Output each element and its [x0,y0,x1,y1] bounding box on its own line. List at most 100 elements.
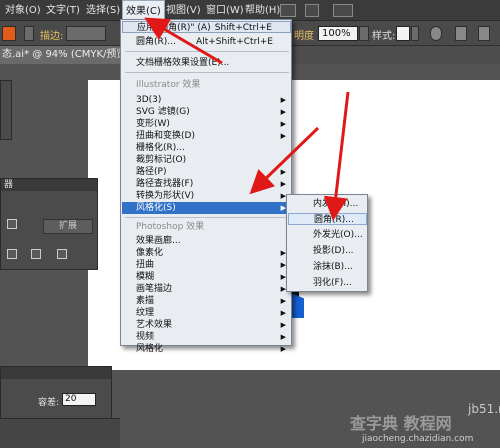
menu-item-stylize[interactable]: 风格化(S) ▶ [122,202,291,214]
stroke-dropdown[interactable] [24,26,34,41]
menu-item-label: 纹理 [136,308,155,318]
shape-mode-icon[interactable] [7,219,17,229]
opacity-dropdown[interactable] [359,26,369,41]
submenu-arrow-icon: ▶ [280,96,286,104]
menu-help[interactable]: 帮助(H) [242,0,283,21]
submenu-arrow-icon: ▶ [280,333,286,341]
menu-item-distort[interactable]: 扭曲 ▶ [122,259,291,271]
menu-item-effect-gallery[interactable]: 效果画廊... [122,235,291,247]
shortcut-text: Alt+Shift+Ctrl+E [196,37,273,47]
menu-item-label: 视频 [136,332,155,342]
menu-item-label: 艺术效果 [136,320,173,330]
opacity-field[interactable]: 100% [318,26,358,41]
menu-item-label: 画笔描边 [136,284,173,294]
menu-item-rasterize[interactable]: 栅格化(R)... [122,142,291,154]
menu-item-scribble[interactable]: 涂抹(B)... [288,261,367,273]
lower-panel [0,418,120,448]
style-swatch[interactable] [396,26,410,41]
menubar: 对象(O) 文字(T) 选择(S) 效果(C) 视图(V) 窗口(W) 帮助(H… [0,0,500,21]
menu-item-label: 3D(3) [136,95,162,105]
menu-item-label: 扭曲 [136,260,155,270]
submenu-arrow-icon: ▶ [280,120,286,128]
transform-icon[interactable] [478,26,490,41]
menu-item-texture[interactable]: 纹理 ▶ [122,307,291,319]
tolerance-label: 容差: [38,398,60,408]
document-tab[interactable]: 态.ai* @ 94% (CMYK/预览) [0,46,122,64]
menu-item-ps-stylize[interactable]: 风格化 ▶ [122,343,291,355]
menu-item-svg-filters[interactable]: SVG 滤镜(G) ▶ [122,106,291,118]
watermark-url-text: jiaocheng.chazidian.com [362,434,474,444]
menu-type[interactable]: 文字(T) [43,0,83,21]
menu-item-artistic[interactable]: 艺术效果 ▶ [122,319,291,331]
photoshop-effects-header: Photoshop 效果 [136,222,205,232]
menu-window[interactable]: 窗口(W) [203,0,247,21]
menu-item-blur[interactable]: 模糊 ▶ [122,271,291,283]
menu-item-pixelate[interactable]: 像素化 ▶ [122,247,291,259]
menu-item-label: 风格化 [136,344,164,354]
menu-separator [125,72,289,73]
pathfinder-icon-3[interactable] [57,249,67,259]
menu-item-raster-settings[interactable]: 文档栅格效果设置(E)... [122,57,291,69]
style-label: 样式: [372,31,396,42]
menu-item-label: 路径查找器(F) [136,179,194,189]
submenu-arrow-icon: ▶ [280,321,286,329]
panel-header: 器 [1,179,97,191]
menu-item-convert-to-shape[interactable]: 转换为形状(V) ▶ [122,190,291,202]
menu-item-last-effect[interactable]: 圆角(R)... Alt+Shift+Ctrl+E [122,36,291,48]
submenu-arrow-icon: ▶ [280,168,286,176]
menu-item-pathfinder[interactable]: 路径查找器(F) ▶ [122,178,291,190]
menu-item-feather[interactable]: 羽化(F)... [288,277,367,289]
tolerance-input[interactable]: 20 [62,393,96,406]
watermark-site-text: jb51.net [468,402,500,416]
menu-item-label: 路径(P) [136,167,167,177]
stroke-color-swatch[interactable] [2,26,16,41]
shortcut-text: Shift+Ctrl+E [214,23,272,33]
submenu-arrow-icon: ▶ [280,180,286,188]
panel-header [1,367,111,379]
menu-item-brush-strokes[interactable]: 画笔描边 ▶ [122,283,291,295]
watermark: 查字典 教程网 jb51.net jiaocheng.chazidian.com [350,402,500,448]
menu-item-crop-marks[interactable]: 裁剪标记(O) [122,154,291,166]
stylize-submenu: 内发光(I)... 圆角(R)... 外发光(O)... 投影(D)... 涂抹… [286,194,368,292]
menu-item-path[interactable]: 路径(P) ▶ [122,166,291,178]
style-dropdown[interactable] [411,26,419,41]
pathfinder-panel: 器 扩展 [0,178,98,270]
menu-item-label: 圆角(R)... [136,37,176,47]
stroke-weight-field[interactable] [66,26,106,41]
menu-item-inner-glow[interactable]: 内发光(I)... [288,198,367,210]
menu-item-label: 像素化 [136,248,164,258]
menu-item-video[interactable]: 视频 ▶ [122,331,291,343]
recolor-icon[interactable] [430,26,442,41]
stroke-label: 描边: [40,31,64,42]
tools-panel-edge [0,80,12,140]
document-icon[interactable] [305,4,319,17]
menu-item-drop-shadow[interactable]: 投影(D)... [288,245,367,257]
menu-item-label: 变形(W) [136,119,170,129]
pathfinder-icon-2[interactable] [31,249,41,259]
menu-effect[interactable]: 效果(C) [122,0,165,21]
menu-item-3d[interactable]: 3D(3) ▶ [122,94,291,106]
menu-item-label: 转换为形状(V) [136,191,195,201]
arrange-icon[interactable] [333,4,353,17]
menu-object[interactable]: 对象(O) [2,0,44,21]
menu-item-label: 扭曲和变换(D) [136,131,195,141]
menu-item-warp[interactable]: 变形(W) ▶ [122,118,291,130]
menu-item-round-corners[interactable]: 圆角(R)... [288,213,367,225]
menu-view[interactable]: 视图(V) [163,0,204,21]
bridge-icon[interactable] [280,4,296,17]
menu-item-distort-transform[interactable]: 扭曲和变换(D) ▶ [122,130,291,142]
menu-item-apply-last[interactable]: 应用"圆角(R)" (A) Shift+Ctrl+E [122,21,291,33]
expand-button[interactable]: 扩展 [43,219,93,234]
menu-item-sketch[interactable]: 素描 ▶ [122,295,291,307]
menu-item-label: SVG 滤镜(G) [136,107,190,117]
menu-select[interactable]: 选择(S) [83,0,123,21]
illustrator-effects-header: Illustrator 效果 [136,80,201,90]
align-icon[interactable] [455,26,467,41]
panel-title: 器 [4,180,14,190]
submenu-arrow-icon: ▶ [280,345,286,353]
submenu-arrow-icon: ▶ [280,108,286,116]
menu-item-outer-glow[interactable]: 外发光(O)... [288,229,367,241]
pathfinder-icon-1[interactable] [7,249,17,259]
menu-item-label: 模糊 [136,272,155,282]
watermark-main-text: 查字典 教程网 [350,414,452,433]
